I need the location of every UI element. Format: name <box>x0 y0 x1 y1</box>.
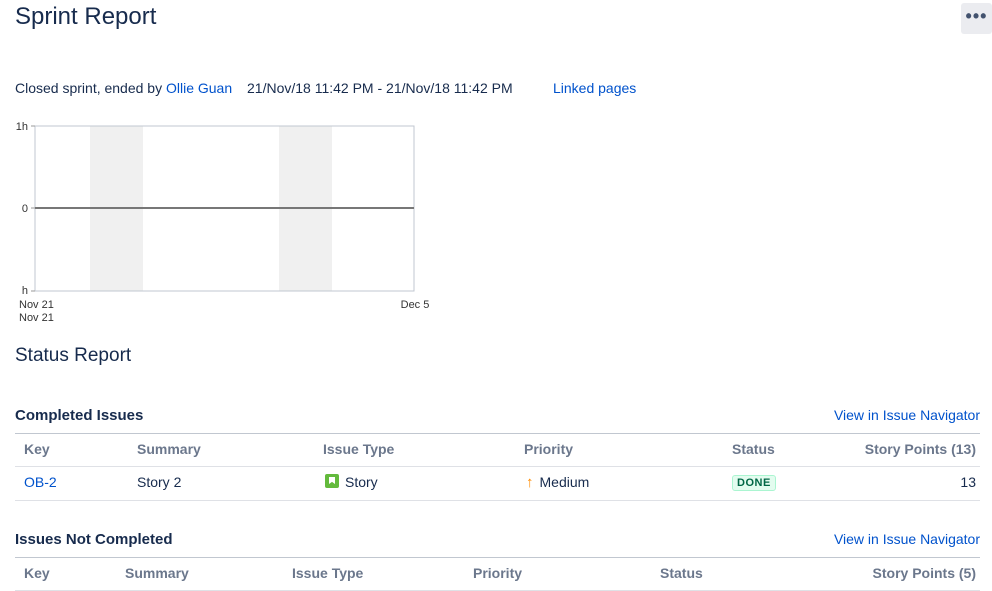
col-priority-header[interactable]: Priority <box>473 565 522 581</box>
page-title: Sprint Report <box>15 3 157 30</box>
col-priority-header[interactable]: Priority <box>524 441 573 457</box>
table-row: OB-2 Story 2 Story ↑ Medium DONE 13 <box>15 467 980 501</box>
y-tick-label: 0 <box>22 203 28 215</box>
x-tick-label: Nov 21 <box>19 312 54 324</box>
not-completed-issue-navigator-link[interactable]: View in Issue Navigator <box>834 531 980 547</box>
sprint-user-link[interactable]: Ollie Guan <box>166 80 232 96</box>
col-type-header[interactable]: Issue Type <box>323 441 394 457</box>
col-points-header[interactable]: Story Points (13) <box>865 441 976 457</box>
col-points-header[interactable]: Story Points (5) <box>873 565 976 581</box>
col-key-header[interactable]: Key <box>24 441 50 457</box>
completed-issue-navigator-link[interactable]: View in Issue Navigator <box>834 407 980 423</box>
col-status-header[interactable]: Status <box>660 565 703 581</box>
status-report-heading: Status Report <box>15 345 132 366</box>
completed-issues-heading: Completed Issues <box>15 407 144 424</box>
priority-medium-icon: ↑ <box>526 474 534 491</box>
x-tick-label: Nov 21 <box>19 299 54 311</box>
burndown-chart: 1h 0 h Nov 21 Nov 21 Dec 5 <box>16 121 430 324</box>
issue-type: Story <box>325 474 378 490</box>
col-type-header[interactable]: Issue Type <box>292 565 363 581</box>
x-tick-label: Dec 5 <box>401 299 430 311</box>
col-status-header[interactable]: Status <box>732 441 775 457</box>
col-key-header[interactable]: Key <box>24 565 50 581</box>
story-icon <box>325 474 339 488</box>
issue-priority-label: Medium <box>539 474 590 490</box>
y-tick-label: 1h <box>16 121 28 133</box>
y-tick-label: h <box>22 285 28 297</box>
sprint-dates: 21/Nov/18 11:42 PM - 21/Nov/18 11:42 PM <box>247 80 513 96</box>
issue-story-points: 13 <box>960 474 976 490</box>
issue-status: DONE <box>732 473 776 491</box>
col-summary-header[interactable]: Summary <box>137 441 201 457</box>
more-actions-button[interactable]: ••• <box>961 3 992 34</box>
sprint-meta-prefix: Closed sprint, ended by <box>15 80 166 96</box>
not-completed-heading: Issues Not Completed <box>15 531 173 548</box>
more-icon: ••• <box>965 5 988 26</box>
status-badge: DONE <box>732 475 776 491</box>
sprint-meta: Closed sprint, ended by Ollie Guan 21/No… <box>15 80 636 96</box>
table-header-row: Key Summary Issue Type Priority Status S… <box>15 433 980 467</box>
col-summary-header[interactable]: Summary <box>125 565 189 581</box>
issue-type-label: Story <box>345 474 378 490</box>
issue-priority: ↑ Medium <box>526 474 589 491</box>
issue-summary: Story 2 <box>137 474 182 490</box>
completed-issues-table: Key Summary Issue Type Priority Status S… <box>15 433 980 501</box>
issue-key-link[interactable]: OB-2 <box>24 474 57 490</box>
linked-pages-link[interactable]: Linked pages <box>553 80 636 96</box>
